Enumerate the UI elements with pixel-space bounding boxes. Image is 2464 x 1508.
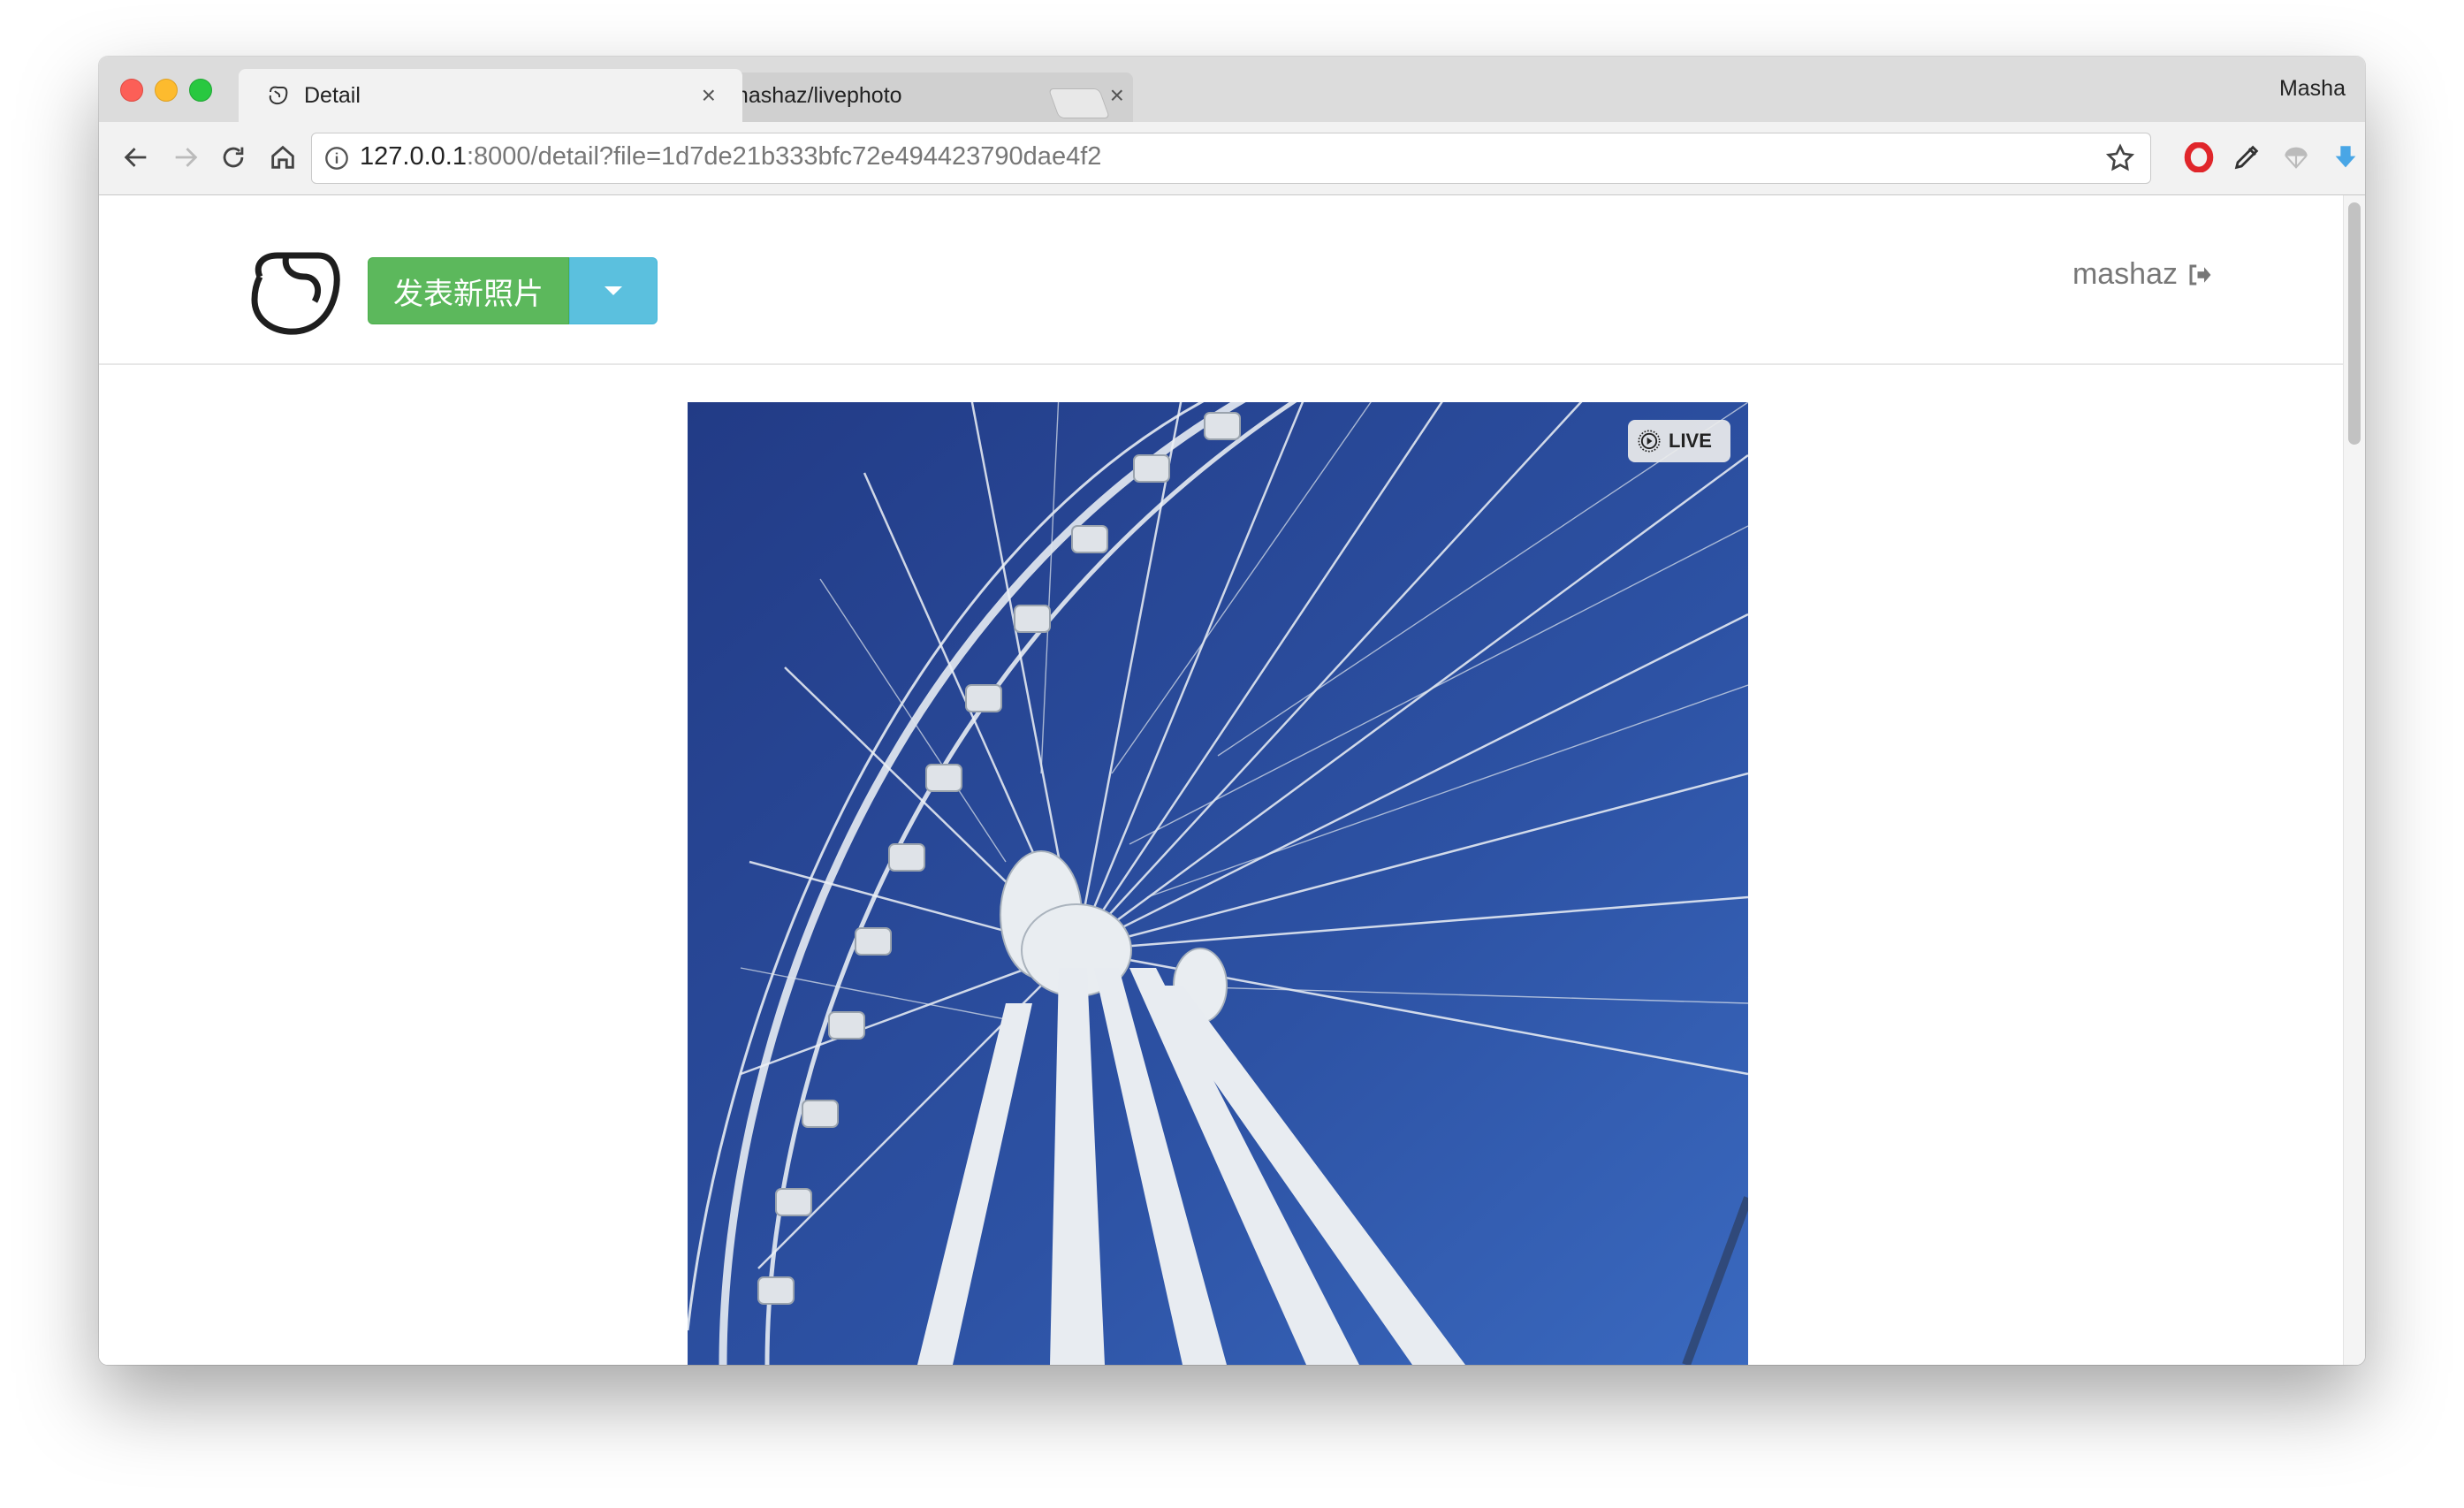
browser-window: mashaz/livephoto × Detail × Masha 127.0.… xyxy=(99,57,2365,1365)
publish-button-group: 发表新照片 xyxy=(368,257,658,324)
forward-button[interactable] xyxy=(166,138,205,177)
live-badge[interactable]: LIVE xyxy=(1628,420,1730,462)
home-button[interactable] xyxy=(263,138,302,177)
home-icon xyxy=(271,145,294,169)
ferris-wheel-image xyxy=(688,402,1748,1365)
live-label: LIVE xyxy=(1669,430,1712,452)
username[interactable]: mashaz xyxy=(2072,257,2178,292)
close-tab-icon[interactable]: × xyxy=(702,81,716,110)
reload-icon xyxy=(223,147,244,168)
forward-arrow-icon xyxy=(175,148,198,167)
tab-strip: mashaz/livephoto × Detail × Masha xyxy=(99,57,2365,122)
livephoto-logo[interactable] xyxy=(242,241,346,339)
info-icon[interactable] xyxy=(324,146,349,171)
vertical-scrollbar[interactable] xyxy=(2343,195,2365,1365)
logout-icon[interactable] xyxy=(2186,262,2213,288)
page-content: 发表新照片 mashaz LIVE xyxy=(99,195,2344,1365)
opera-icon[interactable] xyxy=(2181,140,2217,175)
minimize-window-button[interactable] xyxy=(155,79,178,102)
scrollbar-thumb[interactable] xyxy=(2348,202,2361,445)
tab-title: Detail xyxy=(304,83,361,108)
parachute-icon[interactable] xyxy=(2278,140,2314,175)
live-photo[interactable]: LIVE xyxy=(688,402,1748,1365)
close-tab-icon[interactable]: × xyxy=(1110,81,1124,110)
browser-toolbar: 127.0.0.1:8000/detail?file=1d7de21b333bf… xyxy=(99,122,2365,195)
tab-title: mashaz/livephoto xyxy=(730,83,902,108)
bookmark-star-icon[interactable] xyxy=(2104,142,2136,174)
livephoto-icon xyxy=(269,86,288,105)
maximize-window-button[interactable] xyxy=(189,79,212,102)
url-path: :8000/detail?file=1d7de21b333bfc72e49442… xyxy=(466,142,1102,171)
caret-down-icon xyxy=(605,286,622,295)
publish-new-photo-button[interactable]: 发表新照片 xyxy=(368,257,569,324)
app-navbar: 发表新照片 mashaz xyxy=(99,195,2344,365)
user-menu[interactable]: mashaz xyxy=(2072,257,2213,292)
url-host: 127.0.0.1 xyxy=(360,142,467,171)
download-icon[interactable] xyxy=(2328,140,2363,175)
back-arrow-icon xyxy=(124,148,147,167)
address-bar[interactable]: 127.0.0.1:8000/detail?file=1d7de21b333bf… xyxy=(311,133,2151,184)
tab-detail[interactable]: Detail × xyxy=(239,69,742,122)
profile-name[interactable]: Masha xyxy=(2279,76,2346,102)
reload-button[interactable] xyxy=(214,138,253,177)
pen-icon[interactable] xyxy=(2229,140,2264,175)
back-button[interactable] xyxy=(117,138,156,177)
close-window-button[interactable] xyxy=(120,79,143,102)
url-text[interactable]: 127.0.0.1:8000/detail?file=1d7de21b333bf… xyxy=(360,142,1101,171)
publish-dropdown-toggle[interactable] xyxy=(569,257,658,324)
live-photo-icon xyxy=(1638,430,1661,453)
new-tab-button[interactable] xyxy=(1047,88,1111,118)
